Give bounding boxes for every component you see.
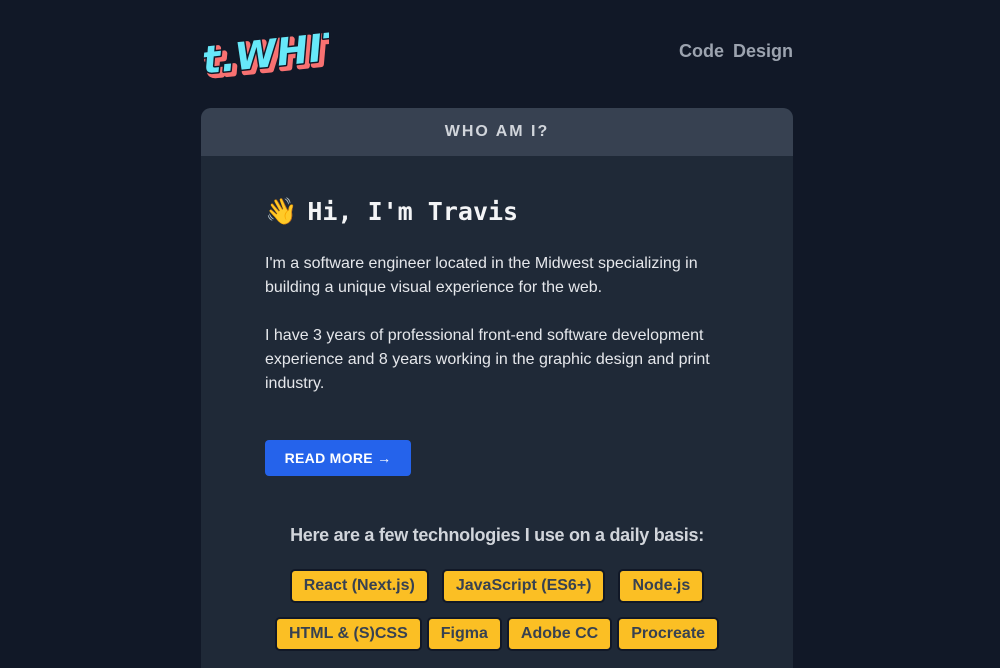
logo-graphic: t.WHITE t.WHITE <box>199 19 383 88</box>
tech-heading: Here are a few technologies I use on a d… <box>290 525 704 545</box>
card-title: WHO AM I? <box>201 108 793 156</box>
nav-link-design[interactable]: Design <box>733 41 793 62</box>
tech-tag: React (Next.js) <box>289 569 429 603</box>
waving-hand-icon: 👋 <box>265 196 298 226</box>
card-body: 👋 Hi, I'm Travis I'm a software engineer… <box>201 156 793 476</box>
experience-paragraph: I have 3 years of professional front-end… <box>265 327 710 392</box>
tech-tag: Adobe CC <box>506 617 613 651</box>
greeting-heading: Hi, I'm Travis <box>307 196 519 226</box>
tech-tags-row-1: React (Next.js) JavaScript (ES6+) Node.j… <box>201 569 793 603</box>
nav-link-code[interactable]: Code <box>679 41 724 62</box>
about-card: WHO AM I? 👋 Hi, I'm Travis I'm a softwar… <box>201 108 793 668</box>
tech-tag: Figma <box>426 617 502 651</box>
tech-tag: JavaScript (ES6+) <box>441 569 606 603</box>
main-nav: Code Design <box>679 41 793 62</box>
tech-tag: HTML & (S)CSS <box>274 617 422 651</box>
site-header: t.WHITE t.WHITE Code Design <box>199 19 793 88</box>
tech-tag: Procreate <box>617 617 720 651</box>
tech-tags-row-2: HTML & (S)CSS Figma Adobe CC Procreate <box>201 617 793 651</box>
greeting: 👋 Hi, I'm Travis <box>265 196 729 226</box>
intro-paragraph: I'm a software engineer located in the M… <box>265 255 698 296</box>
site-logo[interactable]: t.WHITE t.WHITE <box>199 19 383 88</box>
tech-tag: Node.js <box>618 569 705 603</box>
read-more-button[interactable]: READ MORE → <box>265 440 411 476</box>
